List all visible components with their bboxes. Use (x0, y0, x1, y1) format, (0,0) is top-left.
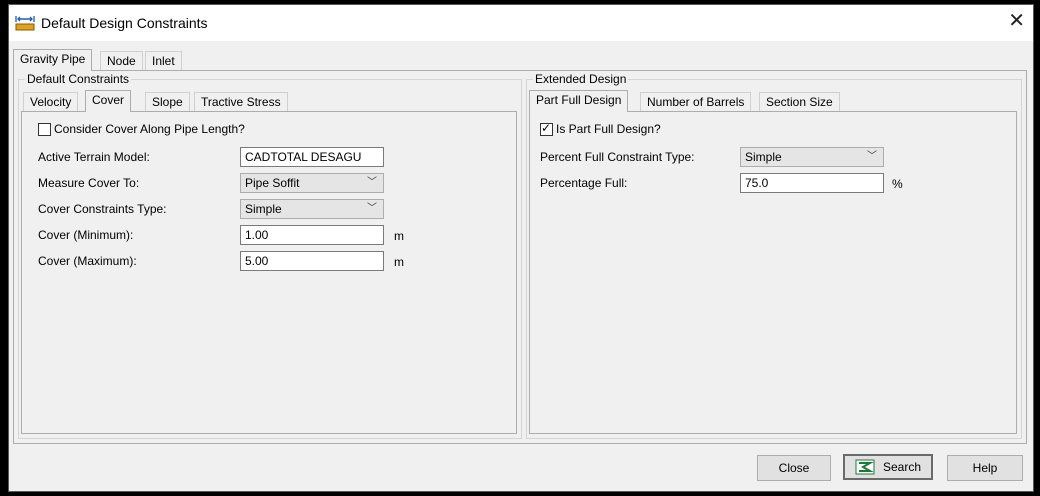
search-button-label: Search (883, 460, 922, 474)
tab-node[interactable]: Node (100, 51, 143, 71)
tab-section-size[interactable]: Section Size (759, 92, 840, 112)
consider-cover-label: Consider Cover Along Pipe Length? (54, 122, 245, 136)
percentage-full-unit: % (892, 177, 903, 191)
cover-max-label: Cover (Maximum): (38, 254, 137, 268)
tab-inlet[interactable]: Inlet (145, 51, 182, 71)
gravity-pipe-page: Default Constraints Velocity Cover Slope… (13, 70, 1027, 444)
cover-min-unit: m (394, 229, 404, 243)
percentage-full-label: Percentage Full: (540, 176, 628, 190)
tab-cover[interactable]: Cover (85, 90, 132, 112)
percentage-full-field[interactable]: 75.0 (740, 173, 884, 193)
cover-tab-page: Consider Cover Along Pipe Length? Active… (21, 111, 517, 434)
measure-cover-label: Measure Cover To: (38, 176, 140, 190)
dialog-window: Default Design Constraints ✕ Gravity Pip… (8, 4, 1034, 492)
terrain-model-field[interactable]: CADTOTAL DESAGU (240, 147, 384, 167)
window-title: Default Design Constraints (41, 15, 208, 31)
percent-type-select[interactable]: Simple ﹀ (740, 147, 884, 167)
cover-min-field[interactable]: 1.00 (240, 225, 384, 245)
tab-velocity[interactable]: Velocity (23, 92, 79, 112)
close-button[interactable]: Close (757, 455, 831, 481)
title-bar: Default Design Constraints ✕ (9, 5, 1033, 41)
cover-constraints-type-label: Cover Constraints Type: (38, 202, 167, 216)
tab-slope[interactable]: Slope (145, 92, 190, 112)
measure-cover-value: Pipe Soffit (245, 176, 300, 190)
percent-type-value: Simple (745, 150, 782, 164)
extended-design-label: Extended Design (533, 72, 629, 86)
is-part-full-checkbox[interactable] (540, 121, 553, 136)
consider-cover-checkbox[interactable] (38, 123, 51, 136)
tab-tractive-stress[interactable]: Tractive Stress (194, 92, 288, 112)
part-full-tab-page: Is Part Full Design? Percent Full Constr… (529, 111, 1017, 434)
is-part-full-label: Is Part Full Design? (556, 122, 661, 136)
tab-gravity-pipe[interactable]: Gravity Pipe (13, 49, 93, 71)
tab-part-full-design[interactable]: Part Full Design (529, 90, 629, 112)
chevron-down-icon: ﹀ (867, 151, 877, 162)
default-constraints-label: Default Constraints (25, 72, 132, 86)
extended-design-group: Extended Design Part Full Design Number … (526, 72, 1022, 439)
cover-max-unit: m (394, 255, 404, 269)
design-constraints-icon (15, 16, 35, 31)
cover-max-field[interactable]: 5.00 (240, 251, 384, 271)
tab-number-of-barrels[interactable]: Number of Barrels (640, 92, 752, 112)
cover-constraints-type-value: Simple (245, 202, 282, 216)
close-icon[interactable]: ✕ (1008, 11, 1025, 31)
search-button[interactable]: Search (843, 454, 933, 480)
cover-constraints-type-select[interactable]: Simple ﹀ (240, 199, 384, 219)
percent-type-label: Percent Full Constraint Type: (540, 150, 695, 164)
cover-min-label: Cover (Minimum): (38, 228, 134, 242)
help-button[interactable]: Help (947, 455, 1023, 481)
terrain-model-label: Active Terrain Model: (38, 150, 150, 164)
chevron-down-icon: ﹀ (367, 203, 377, 214)
chevron-down-icon: ﹀ (367, 177, 377, 188)
default-constraints-group: Default Constraints Velocity Cover Slope… (18, 72, 522, 439)
measure-cover-select[interactable]: Pipe Soffit ﹀ (240, 173, 384, 193)
search-logo-icon (855, 459, 875, 475)
